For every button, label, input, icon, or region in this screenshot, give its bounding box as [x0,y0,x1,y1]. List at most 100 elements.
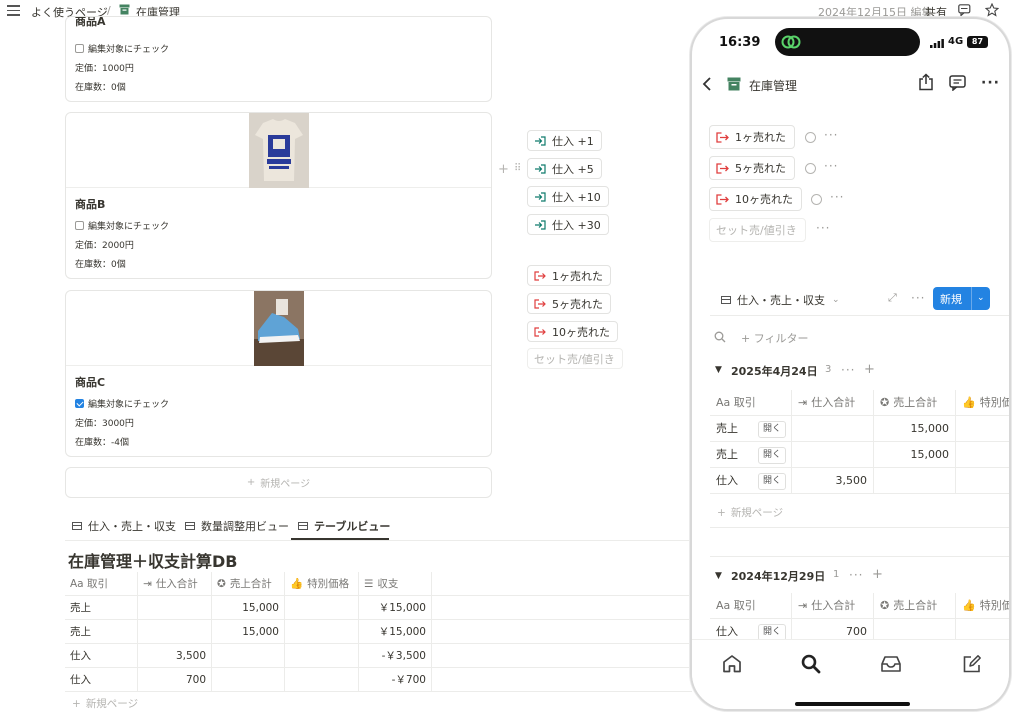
tab-quantity-adjust[interactable]: 数量調整用ビュー [185,518,289,534]
phone-table-header: Aa 取引 ⇥ 仕入合計 ✪ 売上合計 👍 特別価 [710,390,1009,416]
group-add-icon[interactable]: + [864,362,875,377]
favorite-star-icon[interactable] [985,3,999,17]
checkbox-box-checked[interactable] [75,399,84,408]
product-card-c[interactable]: 商品C 編集対象にチェック 定価：3000円 在庫数：-4個 [65,290,492,457]
header-transaction[interactable]: Aa 取引 [710,593,792,619]
comment-icon[interactable] [949,75,966,91]
phone-sell-10-button[interactable]: 10ヶ売れた [709,187,802,211]
gear-icon[interactable] [805,163,816,174]
table-new-page[interactable]: + 新規ページ [72,696,138,711]
open-row-button[interactable]: 開く [758,447,787,464]
table-row[interactable]: 仕入 700 -￥700 [65,668,692,692]
inbox-icon[interactable] [880,655,902,673]
edit-target-checkbox[interactable]: 編集対象にチェック [75,42,169,55]
home-icon[interactable] [722,654,742,673]
sell-1-button[interactable]: 1ヶ売れた [527,265,611,286]
view-more-icon[interactable]: ··· [911,291,925,305]
header-transaction[interactable]: Aa 取引 [65,572,138,596]
checkbox-box[interactable] [75,44,84,53]
header-sales-total[interactable]: ✪ 売上合計 [212,572,285,596]
collapse-triangle-icon[interactable]: ▼ [715,571,722,581]
sell-5-button[interactable]: 5ヶ売れた [527,293,611,314]
buy-plus-5-button[interactable]: 仕入 +5 [527,158,602,179]
add-block-icon[interactable]: + [498,162,509,177]
phone-page-title: 在庫管理 [749,79,798,93]
header-special-price[interactable]: 👍 特別価 [956,593,1009,619]
header-purchase-total[interactable]: ⇥ 仕入合計 [792,390,874,416]
header-purchase-total[interactable]: ⇥ 仕入合計 [792,593,874,619]
phone-sell-1-button[interactable]: 1ヶ売れた [709,125,795,149]
back-chevron-icon[interactable] [702,76,712,92]
phone-table-row[interactable]: 売上 開く 15,000 [710,416,1009,442]
divider [710,556,1009,557]
sidebar-menu-icon[interactable] [7,5,20,16]
gear-icon[interactable] [805,132,816,143]
chevron-down-icon: ⌄ [971,287,985,310]
more-dots-icon[interactable]: ··· [830,190,844,204]
more-options-icon[interactable]: ··· [981,75,1000,91]
header-purchase-total[interactable]: ⇥ 仕入合計 [138,572,212,596]
header-sales-total[interactable]: ✪ 売上合計 [874,390,956,416]
database-title: 在庫管理＋収支計算DB [68,552,238,571]
card-title: 商品A [75,16,106,28]
buy-plus-10-button[interactable]: 仕入 +10 [527,186,609,207]
card-cover [66,113,491,188]
search-icon[interactable] [801,654,821,674]
table-row[interactable]: 仕入 3,500 -￥3,500 [65,644,692,668]
tab-table-view[interactable]: テーブルビュー [298,518,390,534]
more-dots-icon[interactable]: ··· [824,159,838,173]
compose-icon[interactable] [962,654,982,674]
search-icon[interactable] [714,331,726,343]
phone-new-button[interactable]: 新規 ⌄ [933,287,990,310]
buy-plus-30-button[interactable]: 仕入 +30 [527,214,609,235]
drag-handle-icon[interactable]: ⠿ [514,163,521,174]
expand-icon[interactable]: ⤢ [888,291,897,305]
phone-filter[interactable]: + フィルター [741,330,809,346]
collapse-triangle-icon[interactable]: ▼ [715,365,722,375]
more-dots-icon[interactable]: ··· [824,128,838,142]
open-row-button[interactable]: 開く [758,421,787,438]
group-date-label: 2024年12月29日 [731,570,826,583]
export-icon [716,193,729,205]
checkbox-box[interactable] [75,221,84,230]
gallery-new-page[interactable]: + 新規ページ [65,467,492,498]
chevron-down-icon: ⌄ [832,295,840,305]
header-sales-total[interactable]: ✪ 売上合計 [874,593,956,619]
table-row[interactable]: 売上 15,000 ￥15,000 [65,596,692,620]
phone-sell-5-button[interactable]: 5ヶ売れた [709,156,795,180]
product-card-b[interactable]: 商品B 編集対象にチェック 定価：2000円 在庫数：0個 [65,112,492,279]
header-special-price[interactable]: 👍 特別価 [956,390,1009,416]
group-more-icon[interactable]: ··· [841,363,855,377]
group-date-label: 2025年4月24日 [731,365,818,378]
open-row-button[interactable]: 開く [758,473,787,490]
sell-10-button[interactable]: 10ヶ売れた [527,321,618,342]
edit-target-checkbox[interactable]: 編集対象にチェック [75,397,169,410]
import-icon [535,219,546,230]
header-transaction[interactable]: Aa 取引 [710,390,792,416]
edit-target-checkbox[interactable]: 編集対象にチェック [75,219,169,232]
table-row[interactable]: 売上 15,000 ￥15,000 [65,620,692,644]
sneaker-image [254,291,304,366]
more-dots-icon[interactable]: ··· [816,221,830,235]
tab-income-summary[interactable]: 仕入・売上・収支 [72,518,176,534]
phone-set-sale-button[interactable]: セット売/値引き [709,218,806,242]
group-add-icon[interactable]: + [872,567,883,582]
comment-icon[interactable] [958,4,971,16]
gear-icon[interactable] [811,194,822,205]
phone-new-page[interactable]: + 新規ページ [717,505,783,520]
group-count: 3 [825,364,832,375]
set-sale-button[interactable]: セット売/値引き [527,348,623,369]
group-more-icon[interactable]: ··· [849,568,863,582]
card-cover [66,291,491,366]
table-icon [721,296,731,304]
card-stock: 在庫数：-4個 [75,438,129,448]
share-icon[interactable] [918,73,934,91]
product-card-a[interactable]: 商品A 編集対象にチェック 定価：1000円 在庫数：0個 [65,16,492,102]
header-special-price[interactable]: 👍 特別価格 [285,572,359,596]
header-balance[interactable]: ☰ 収支 [359,572,432,596]
phone-table-row[interactable]: 仕入 開く 3,500 [710,468,1009,494]
phone-view-selector[interactable]: 仕入・売上・収支 ⌄ [721,292,840,308]
buy-plus-1-button[interactable]: 仕入 +1 [527,130,602,151]
bottom-tab-bar [692,639,1009,709]
phone-table-row[interactable]: 売上 開く 15,000 [710,442,1009,468]
